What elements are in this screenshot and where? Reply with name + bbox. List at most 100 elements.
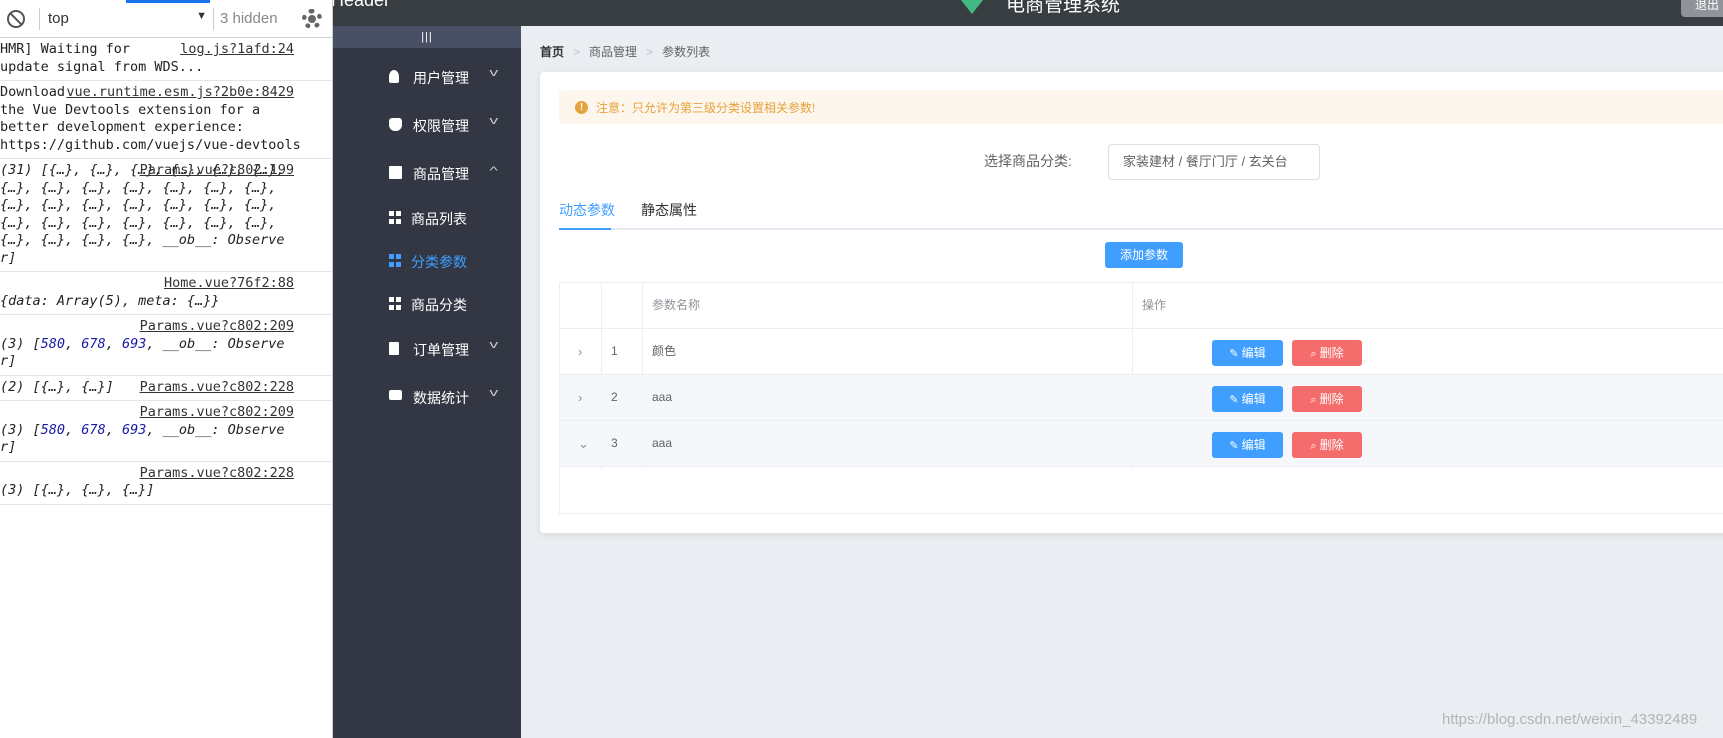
main-content: 首页 > 商品管理 > 参数列表 ! 注意：只允许为第三级分类设置相关参数! 选…	[521, 26, 1723, 738]
sidebar-item-category-params[interactable]: 分类参数	[333, 240, 521, 280]
sidebar-collapse-toggle[interactable]: |||	[333, 26, 521, 48]
chevron-up-icon: ^	[489, 165, 498, 177]
chevron-down-icon: v	[489, 67, 499, 79]
user-icon	[389, 70, 399, 83]
delete-button[interactable]: ⌕ 删除	[1292, 432, 1362, 458]
grid-icon	[389, 211, 402, 224]
tab-dynamic-params[interactable]: 动态参数	[559, 200, 615, 220]
hidden-messages-count[interactable]: 3 hidden	[220, 10, 278, 27]
log-source-link[interactable]: Home.vue?76f2:88	[164, 275, 294, 293]
watermark: https://blog.csdn.net/weixin_43392489	[1442, 711, 1698, 728]
edit-button[interactable]: ✎ 编辑	[1212, 386, 1283, 412]
active-tab-indicator	[126, 0, 210, 3]
context-selector-value: top	[48, 10, 69, 27]
console-log-entry: Params.vue?c802:209 (3) [580, 678, 693, _…	[0, 315, 332, 376]
column-header-param-name: 参数名称	[652, 298, 701, 312]
log-number: 693	[121, 421, 147, 438]
edit-button-label: 编辑	[1241, 438, 1266, 452]
log-source-link[interactable]: vue.runtime.esm.js?2b0e:8429	[66, 84, 294, 102]
chevron-down-icon: v	[489, 115, 499, 127]
log-message-line: {data: Array(5), meta: {…}}	[0, 292, 220, 309]
table-row: › 1 颜色 ✎ 编辑 ⌕ 删除	[560, 329, 1723, 375]
sidebar-item-reports[interactable]: 数据统计 v	[333, 376, 521, 416]
delete-button[interactable]: ⌕ 删除	[1292, 386, 1362, 412]
console-log-entry: Home.vue?76f2:88 {data: Array(5), meta: {…	[0, 272, 332, 315]
tab-static-attrs[interactable]: 静态属性	[641, 200, 697, 220]
sidebar-item-categories[interactable]: 商品分类	[333, 283, 521, 323]
breadcrumb-home-link[interactable]: 首页	[540, 43, 564, 60]
warning-alert: ! 注意：只允许为第三级分类设置相关参数!	[559, 90, 1723, 124]
edit-button[interactable]: ✎ 编辑	[1212, 432, 1283, 458]
gear-icon[interactable]	[302, 9, 322, 29]
log-source-link[interactable]: Params.vue?c802:209	[140, 404, 294, 422]
sidebar-item-permissions[interactable]: 权限管理 v	[333, 104, 521, 144]
delete-icon: ⌕	[1310, 440, 1317, 452]
breadcrumb: 首页 > 商品管理 > 参数列表	[540, 43, 710, 60]
params-table: 参数名称 操作 › 1 颜色 ✎ 编辑 ⌕ 删除 › 2 aaa ✎ 编辑 ⌕ 删除	[559, 282, 1723, 514]
expand-row-icon[interactable]: ›	[578, 329, 582, 374]
log-message-line: better development experience:	[0, 119, 244, 135]
sidebar-item-label: 商品管理	[413, 166, 469, 182]
edit-icon: ✎	[1229, 440, 1239, 452]
log-number: 693	[121, 335, 147, 352]
param-name: aaa	[652, 436, 673, 450]
chart-icon	[389, 390, 402, 400]
log-message-line: {…}, {…}, {…}, {…}, {…}, {…}, {…},	[0, 197, 277, 213]
log-message-line: (3) [580, 678, 693, __ob__: Observe	[0, 335, 285, 352]
breadcrumb-item: 参数列表	[662, 45, 711, 59]
delete-button-label: 删除	[1319, 438, 1344, 452]
log-message-line: (3) [{…}, {…}, {…}]	[0, 482, 155, 498]
edit-button[interactable]: ✎ 编辑	[1212, 340, 1283, 366]
shield-icon	[389, 118, 402, 131]
add-param-button[interactable]: 添加参数	[1105, 242, 1183, 268]
sidebar-item-label: 权限管理	[413, 118, 469, 134]
expand-row-icon[interactable]: ›	[578, 375, 582, 420]
delete-icon: ⌕	[1310, 394, 1317, 406]
log-message-line: (3) [580, 678, 693, __ob__: Observe	[0, 421, 285, 438]
sidebar-item-goods[interactable]: 商品管理 ^	[333, 152, 521, 192]
clear-console-icon[interactable]	[7, 9, 25, 28]
column-header-actions: 操作	[1142, 298, 1167, 312]
log-number: 678	[81, 421, 106, 438]
chevron-down-icon: v	[489, 387, 499, 399]
table-row: ⌄ 3 aaa ✎ 编辑 ⌕ 删除	[560, 421, 1723, 467]
edit-button-label: 编辑	[1241, 392, 1266, 406]
log-source-link[interactable]: Params.vue?c802:199	[140, 162, 294, 180]
param-name: 颜色	[652, 344, 677, 358]
collapse-row-icon[interactable]: ⌄	[578, 421, 589, 466]
log-number: 580	[40, 335, 66, 352]
grid-icon	[389, 297, 402, 310]
log-source-link[interactable]: Params.vue?c802:228	[140, 379, 294, 397]
console-log-entry: Params.vue?c802:228 (3) [{…}, {…}, {…}]	[0, 462, 332, 505]
param-name: aaa	[652, 390, 673, 404]
chevron-down-icon: v	[489, 339, 499, 351]
grid-icon	[389, 254, 402, 267]
toolbar-divider	[39, 7, 40, 30]
screen: top ▼ 3 hidden log.js?1afd:24 HMR] Waitin…	[0, 0, 1723, 738]
warning-icon: !	[575, 100, 588, 114]
breadcrumb-separator-icon: >	[646, 44, 654, 59]
log-message-line: update signal from WDS...	[0, 58, 204, 75]
log-message-line: {…}, {…}, {…}, {…}, {…}, {…}, {…},	[0, 214, 277, 231]
toolbar-divider	[213, 7, 214, 30]
log-source-link[interactable]: Params.vue?c802:228	[140, 465, 294, 483]
sidebar-item-goods-list[interactable]: 商品列表	[333, 197, 521, 237]
log-source-link[interactable]: Params.vue?c802:209	[140, 318, 294, 336]
log-source-link[interactable]: log.js?1afd:24	[180, 41, 294, 59]
log-message-line: {…}, {…}, {…}, {…}, __ob__: Observe	[0, 232, 285, 248]
logout-button[interactable]: 退出	[1681, 0, 1723, 17]
sidebar-menu: ||| 用户管理 v 权限管理 v 商品管理 ^ 商品列表 分类参数 商品分类	[333, 26, 521, 738]
table-header-row: 参数名称 操作	[560, 283, 1723, 329]
category-cascader[interactable]: 家装建材 / 餐厅门厅 / 玄关台	[1108, 144, 1320, 180]
edit-icon: ✎	[1229, 348, 1239, 360]
sidebar-item-orders[interactable]: 订单管理 v	[333, 328, 521, 368]
log-message-line: {…}, {…}, {…}, {…}, {…}, {…}, {…},	[0, 179, 277, 196]
sidebar-item-users[interactable]: 用户管理 v	[333, 56, 521, 96]
bag-icon	[389, 166, 402, 179]
delete-button-label: 删除	[1319, 392, 1344, 406]
delete-button[interactable]: ⌕ 删除	[1292, 340, 1362, 366]
sidebar-item-label: 订单管理	[413, 342, 469, 358]
edit-button-label: 编辑	[1241, 346, 1266, 360]
context-selector[interactable]: top ▼	[48, 10, 213, 27]
alert-text: 注意：只允许为第三级分类设置相关参数!	[596, 100, 816, 115]
